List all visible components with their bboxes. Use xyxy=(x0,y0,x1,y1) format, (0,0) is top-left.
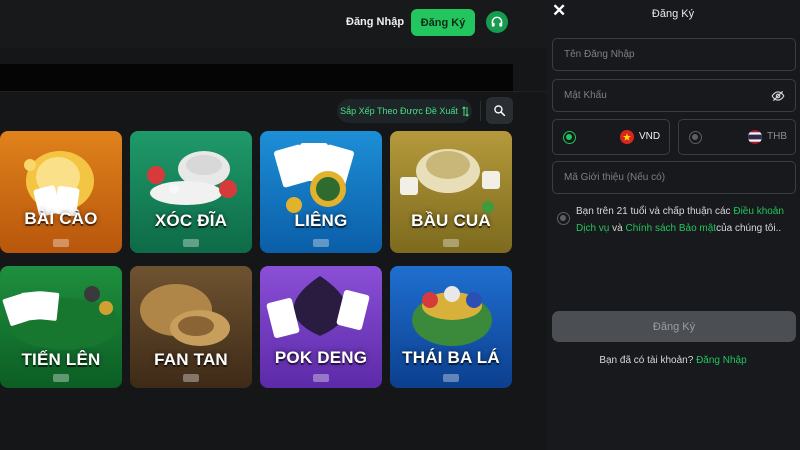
sort-arrows-icon xyxy=(462,105,469,117)
game-name: POK DENG xyxy=(274,348,368,367)
have-account-text: Bạn đã có tài khoản? xyxy=(599,355,694,366)
bai-cao-artwork xyxy=(0,131,122,253)
panel-title: Đăng Ký xyxy=(651,8,695,20)
bau-cua-artwork xyxy=(390,131,512,253)
login-link[interactable]: Đăng Nhập xyxy=(696,355,747,366)
pok-deng-artwork xyxy=(260,266,382,388)
search-button[interactable] xyxy=(486,97,513,124)
currency-code: VND xyxy=(639,131,661,142)
currency-option-thb[interactable]: THB xyxy=(678,119,796,155)
eye-off-icon[interactable] xyxy=(771,89,785,103)
lieng-artwork xyxy=(260,131,382,253)
terms-suffix: của chúng tôi.. xyxy=(716,223,782,234)
terms-prefix: Bạn trên 21 tuổi và chấp thuận các xyxy=(576,206,734,217)
sort-label: Sắp Xếp Theo Được Đề Xuất xyxy=(340,106,458,116)
terms-checkbox[interactable] xyxy=(557,212,570,225)
password-input[interactable] xyxy=(553,80,795,111)
brand-logo xyxy=(443,374,459,382)
brand-logo xyxy=(313,239,329,247)
currency-option-vnd[interactable]: VND xyxy=(552,119,670,155)
brand-logo xyxy=(183,239,199,247)
brand-logo xyxy=(53,374,69,382)
xoc-dia-artwork xyxy=(130,131,252,253)
header-login-link[interactable]: Đăng Nhập xyxy=(346,16,404,28)
header-register-button[interactable]: Đăng Ký xyxy=(411,9,475,36)
promo-banner[interactable] xyxy=(0,64,513,91)
game-tile-pok-deng[interactable]: POK DENG xyxy=(260,266,382,388)
game-tile-bai-cao[interactable]: BÀI CÀO xyxy=(0,131,122,253)
game-tile-fan-tan[interactable]: FAN TAN xyxy=(130,266,252,388)
game-tile-xoc-dia[interactable]: XÓC ĐĨA xyxy=(130,131,252,253)
register-submit-button[interactable]: Đăng Ký xyxy=(552,311,796,342)
sort-button[interactable]: Sắp Xếp Theo Được Đề Xuất xyxy=(337,99,472,123)
terms-text: Bạn trên 21 tuổi và chấp thuận các Điều … xyxy=(576,203,798,237)
thai-ba-la-artwork xyxy=(390,266,512,388)
vietnam-flag-icon xyxy=(620,130,634,144)
currency-radio[interactable] xyxy=(689,131,702,144)
referral-input[interactable] xyxy=(553,162,795,193)
game-name: BẦU CUA xyxy=(411,211,491,230)
have-account-row: Bạn đã có tài khoản? Đăng Nhập xyxy=(546,355,800,366)
support-button[interactable] xyxy=(486,11,508,33)
headset-icon xyxy=(491,16,503,27)
brand-logo xyxy=(53,239,69,247)
divider xyxy=(0,91,546,92)
currency-radio-selected[interactable] xyxy=(563,131,576,144)
toolbar-divider xyxy=(480,101,481,121)
search-icon xyxy=(494,105,506,117)
brand-logo xyxy=(443,239,459,247)
game-tile-bau-cua[interactable]: BẦU CUA xyxy=(390,131,512,253)
game-name: LIÊNG xyxy=(294,211,348,230)
brand-logo xyxy=(183,374,199,382)
game-tile-thai-ba-la[interactable]: THÁI BA LÁ xyxy=(390,266,512,388)
username-field[interactable] xyxy=(552,38,796,71)
thailand-flag-icon xyxy=(748,130,762,144)
game-name: XÓC ĐĨA xyxy=(154,211,228,230)
terms-mid: và xyxy=(609,223,626,234)
referral-field[interactable] xyxy=(552,161,796,194)
username-input[interactable] xyxy=(553,39,795,70)
game-name: BÀI CÀO xyxy=(24,209,98,228)
game-tile-tien-len[interactable]: TIẾN LÊN xyxy=(0,266,122,388)
game-name: THÁI BA LÁ xyxy=(402,348,500,367)
currency-code: THB xyxy=(767,131,787,142)
game-name: TIẾN LÊN xyxy=(21,350,101,369)
privacy-policy-link[interactable]: Chính sách Bảo mật xyxy=(625,223,716,234)
game-lobby: Đăng Nhập Đăng Ký Sắp Xếp Theo Được Đề X… xyxy=(0,0,546,450)
game-name: FAN TAN xyxy=(154,350,228,369)
password-field[interactable] xyxy=(552,79,796,112)
game-tile-lieng[interactable]: LIÊNG xyxy=(260,131,382,253)
brand-logo xyxy=(313,374,329,382)
